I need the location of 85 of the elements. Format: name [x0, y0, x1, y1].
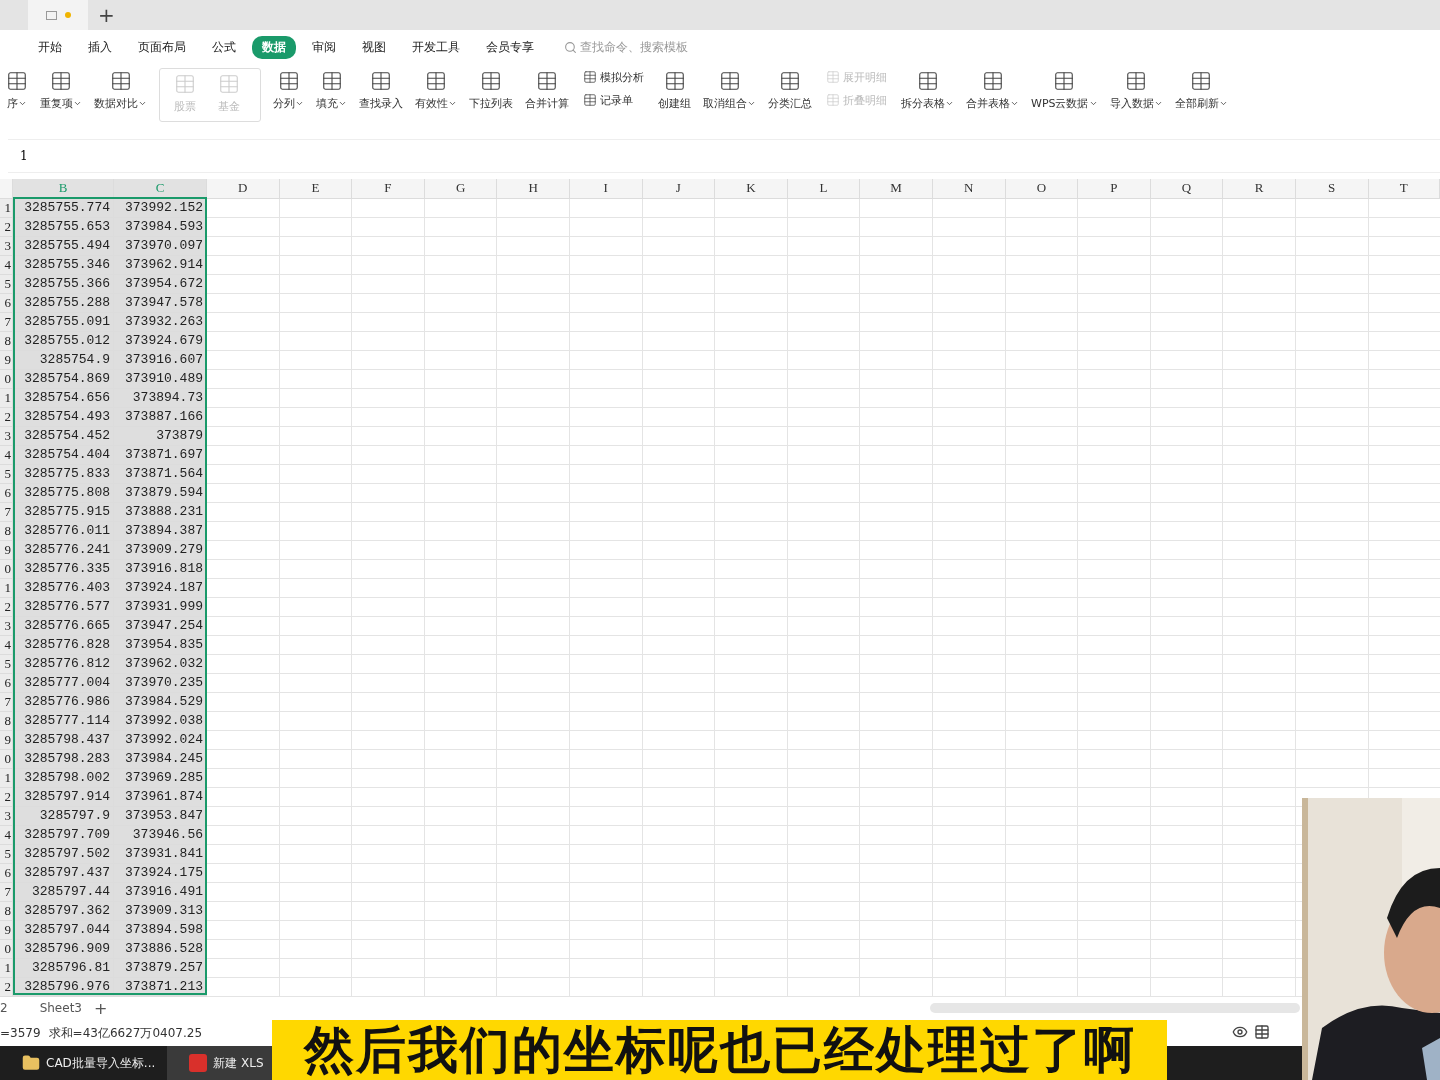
column-header[interactable]: P: [1078, 178, 1151, 199]
column-header[interactable]: H: [497, 178, 570, 199]
ribbon-button[interactable]: 分类汇总: [762, 65, 818, 111]
menu-tab[interactable]: 插入: [78, 36, 122, 60]
folder-icon: [22, 1054, 40, 1072]
table-icon: [583, 93, 597, 108]
column-header[interactable]: K: [715, 178, 788, 199]
document-tab[interactable]: [28, 0, 88, 30]
menu-tab[interactable]: 公式: [202, 36, 246, 60]
subtitle: 然后我们的坐标呢也已经处理过了啊: [272, 1020, 1167, 1080]
table-icon: [583, 70, 597, 85]
table-icon: [718, 69, 741, 92]
column-header[interactable]: F: [352, 178, 425, 199]
formula-bar[interactable]: 1: [8, 138, 1440, 173]
menu-tab[interactable]: 数据: [252, 36, 296, 60]
table-icon: [480, 69, 502, 92]
status-sum: 求和=43亿6627万0407.25: [48, 1024, 203, 1042]
sheet-tab[interactable]: Sheet3: [27, 1001, 94, 1016]
search-icon: [564, 41, 577, 55]
menu-tab[interactable]: 开发工具: [402, 36, 470, 60]
new-tab-button[interactable]: +: [98, 3, 115, 27]
table-icon: [218, 72, 240, 95]
table-icon: [1053, 69, 1076, 92]
ribbon-button[interactable]: 下拉列表: [463, 65, 519, 111]
column-header[interactable]: Q: [1150, 178, 1224, 199]
ribbon-button[interactable]: 拆分表格: [895, 65, 960, 111]
ribbon-button[interactable]: WPS云数据: [1025, 65, 1104, 111]
table-icon: [916, 69, 939, 92]
column-header[interactable]: J: [642, 178, 716, 199]
table-icon: [425, 69, 447, 92]
column-header[interactable]: R: [1223, 178, 1296, 199]
table-icon: [174, 72, 196, 95]
ribbon-button[interactable]: 全部刷新: [1168, 65, 1234, 111]
ribbon-button[interactable]: 分列: [267, 65, 310, 111]
table-icon: [50, 69, 72, 92]
column-header[interactable]: O: [1005, 178, 1079, 199]
column-header[interactable]: G: [424, 178, 498, 199]
ribbon-button[interactable]: 创建组: [652, 65, 697, 111]
ribbon-button[interactable]: 查找录入: [353, 65, 409, 111]
table-icon: [1190, 69, 1212, 92]
grid-icon[interactable]: [1254, 1024, 1270, 1040]
table-icon: [320, 69, 343, 92]
table-icon: [826, 93, 840, 108]
scrollbar[interactable]: [930, 1003, 1300, 1014]
table-icon: [109, 69, 132, 92]
menu-tab[interactable]: 开始: [28, 36, 72, 60]
select-all-corner[interactable]: [0, 178, 13, 199]
column-header[interactable]: E: [279, 178, 353, 199]
column-header[interactable]: D: [207, 178, 280, 199]
table-icon: [370, 69, 392, 92]
table-icon: [6, 69, 28, 92]
ribbon-button[interactable]: 合并计算: [519, 65, 575, 111]
table-icon: [1125, 69, 1147, 92]
column-header[interactable]: T: [1368, 178, 1440, 199]
column-header[interactable]: N: [932, 178, 1006, 199]
table-icon: [981, 69, 1004, 92]
sheet-tab[interactable]: 2: [0, 1001, 8, 1016]
ribbon-button[interactable]: 导入数据: [1103, 65, 1169, 111]
column-header[interactable]: I: [569, 178, 643, 199]
menu-tab[interactable]: 页面布局: [128, 36, 196, 60]
app-icon: [189, 1054, 208, 1072]
ribbon-button[interactable]: 记录单: [583, 92, 644, 108]
table-icon: [663, 69, 686, 92]
table-icon: [277, 69, 300, 92]
ribbon-button[interactable]: 填充: [310, 65, 353, 111]
ribbon-button[interactable]: 合并表格: [960, 65, 1025, 111]
add-sheet-button[interactable]: +: [93, 998, 108, 1018]
ribbon-button[interactable]: 有效性: [409, 65, 463, 111]
menu-tab[interactable]: 视图: [352, 36, 396, 60]
table-icon: [826, 70, 840, 85]
ribbon-button[interactable]: 数据对比: [88, 65, 153, 111]
taskbar-item[interactable]: CAD批量导入坐标...: [0, 1046, 168, 1080]
menu-tab[interactable]: 审阅: [302, 36, 346, 60]
ribbon-button[interactable]: 重复项: [34, 65, 88, 111]
column-header[interactable]: S: [1295, 178, 1369, 199]
ribbon-button[interactable]: 模拟分析: [583, 69, 644, 85]
table-icon: [779, 69, 801, 92]
table-icon: [536, 69, 558, 92]
ribbon-button[interactable]: 序: [0, 65, 34, 111]
menu-tab[interactable]: 会员专享: [476, 36, 544, 60]
ribbon-button[interactable]: 取消组合: [697, 65, 762, 111]
eye-icon[interactable]: [1232, 1024, 1248, 1040]
column-header[interactable]: L: [787, 178, 861, 199]
status-count: =3579: [0, 1026, 41, 1041]
column-header[interactable]: M: [860, 178, 933, 199]
